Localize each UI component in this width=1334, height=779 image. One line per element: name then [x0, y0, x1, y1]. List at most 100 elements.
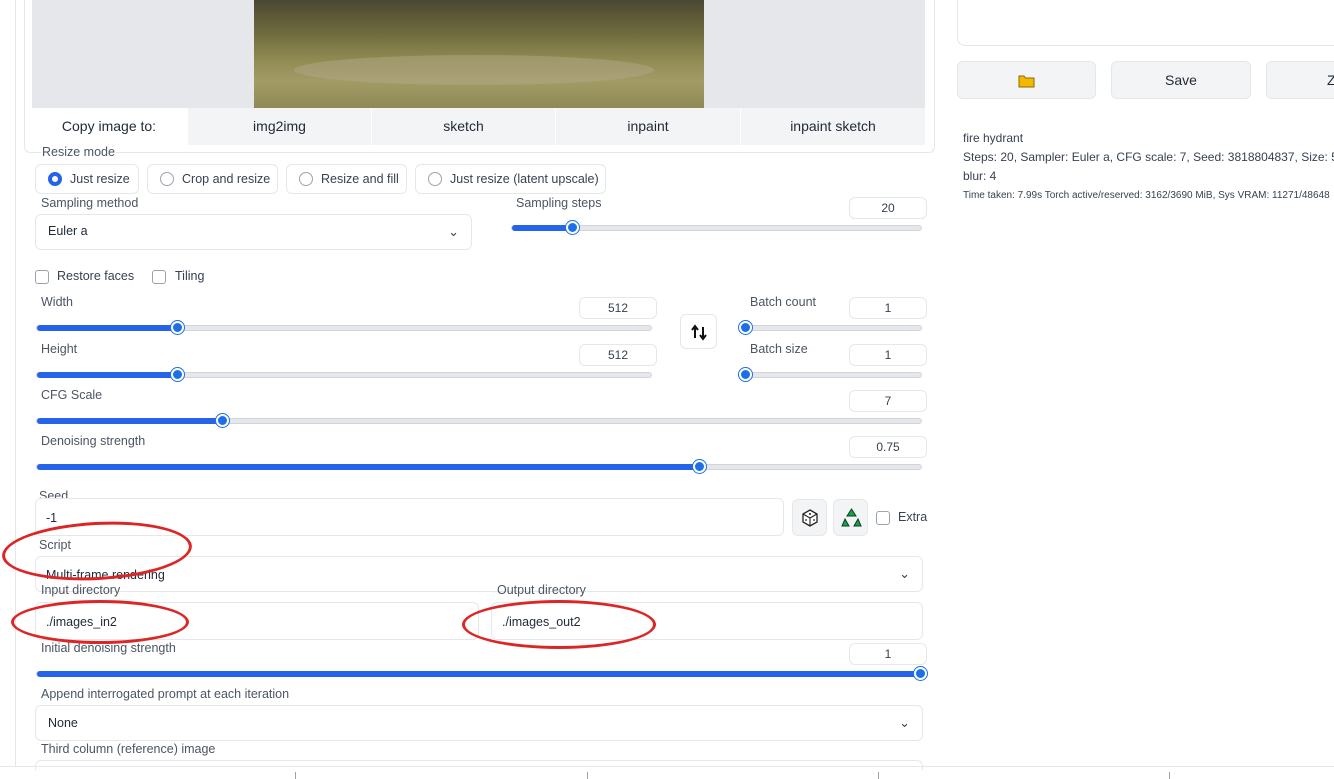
tiling-checkbox[interactable] [152, 270, 166, 284]
slider-thumb[interactable] [739, 321, 752, 334]
script-value: Multi-frame rendering [46, 568, 165, 582]
batch-count-input[interactable]: 1 [849, 297, 927, 319]
radio-icon [428, 172, 442, 186]
slider-thumb[interactable] [171, 368, 185, 381]
radio-just-resize[interactable]: Just resize [35, 164, 139, 194]
generation-blur: blur: 4 [963, 169, 997, 183]
output-directory-label: Output directory [497, 583, 586, 597]
append-prompt-value: None [48, 716, 78, 730]
generation-params: Steps: 20, Sampler: Euler a, CFG scale: … [963, 150, 1334, 164]
radio-label: Just resize [70, 172, 130, 186]
third-column-label: Third column (reference) image [41, 742, 216, 756]
batch-count-slider[interactable] [739, 321, 922, 334]
tick-mark [878, 772, 879, 779]
height-label: Height [41, 342, 78, 356]
radio-resize-and-fill[interactable]: Resize and fill [286, 164, 407, 194]
copy-image-to-label: Copy image to: [32, 108, 186, 145]
radio-label: Just resize (latent upscale) [450, 172, 599, 186]
initial-denoising-label: Initial denoising strength [41, 641, 176, 655]
cfg-scale-slider[interactable] [36, 414, 922, 427]
restore-faces-checkbox[interactable] [35, 270, 49, 284]
save-button[interactable]: Save [1111, 61, 1251, 99]
sampling-method-dropdown[interactable]: Euler a ⌄ [35, 214, 472, 250]
tick-mark [587, 772, 588, 779]
height-input[interactable]: 512 [579, 344, 657, 366]
sampling-method-label: Sampling method [41, 196, 139, 210]
generated-image[interactable] [254, 0, 704, 108]
tiling-label: Tiling [175, 269, 205, 283]
batch-size-input[interactable]: 1 [849, 344, 927, 366]
slider-fill [37, 464, 700, 470]
recycle-icon [841, 508, 862, 527]
tab-img2img[interactable]: img2img [188, 108, 371, 145]
denoising-strength-input[interactable]: 0.75 [849, 436, 927, 458]
open-folder-button[interactable] [957, 61, 1096, 99]
width-label: Width [41, 295, 73, 309]
denoising-strength-label: Denoising strength [41, 434, 146, 448]
input-directory-label: Input directory [41, 583, 121, 597]
swap-dimensions-button[interactable] [680, 314, 717, 349]
radio-icon [299, 172, 313, 186]
denoising-strength-slider[interactable] [36, 460, 922, 473]
sampling-steps-input[interactable]: 20 [849, 197, 927, 219]
seed-input[interactable]: -1 [35, 498, 784, 536]
reuse-seed-button[interactable] [833, 499, 868, 536]
output-textbox[interactable] [957, 0, 1334, 46]
generation-timing: Time taken: 7.99s Torch active/reserved:… [963, 190, 1330, 201]
slider-thumb[interactable] [215, 414, 229, 427]
generation-prompt: fire hydrant [963, 131, 1024, 145]
cfg-scale-label: CFG Scale [41, 388, 103, 402]
slider-thumb[interactable] [739, 368, 752, 381]
batch-count-label: Batch count [750, 295, 817, 309]
slider-fill [512, 225, 574, 231]
chevron-down-icon: ⌄ [899, 566, 910, 581]
seed-value: -1 [46, 511, 58, 525]
script-dropdown[interactable]: Multi-frame rendering ⌄ [35, 556, 923, 592]
width-slider[interactable] [36, 321, 652, 334]
slider-fill [37, 418, 223, 424]
slider-thumb[interactable] [693, 460, 706, 473]
height-slider[interactable] [36, 368, 652, 381]
slider-fill [37, 671, 921, 677]
random-seed-button[interactable] [792, 499, 827, 536]
width-input[interactable]: 512 [579, 297, 657, 319]
output-directory-value: ./images_out2 [502, 615, 581, 629]
left-border [15, 0, 16, 766]
radio-crop-and-resize[interactable]: Crop and resize [147, 164, 278, 194]
chevron-down-icon: ⌄ [448, 224, 459, 239]
radio-label: Resize and fill [321, 172, 399, 186]
resize-mode-label: Resize mode [41, 145, 116, 159]
slider-fill [37, 325, 179, 331]
third-column-image-box[interactable] [35, 760, 923, 770]
swap-arrows-icon [691, 324, 707, 341]
slider-thumb[interactable] [566, 221, 580, 234]
folder-icon [1018, 75, 1034, 88]
initial-denoising-input[interactable]: 1 [849, 643, 927, 665]
input-directory-field[interactable]: ./images_in2 [35, 602, 479, 640]
output-directory-field[interactable]: ./images_out2 [491, 602, 923, 640]
bottom-divider [0, 766, 1334, 767]
tab-sketch[interactable]: sketch [372, 108, 555, 145]
cfg-scale-input[interactable]: 7 [849, 390, 927, 412]
zip-button[interactable]: Z [1266, 61, 1334, 99]
batch-size-slider[interactable] [739, 368, 922, 381]
dice-icon [802, 509, 818, 527]
radio-just-resize-latent[interactable]: Just resize (latent upscale) [415, 164, 606, 194]
sampling-steps-slider[interactable] [511, 221, 922, 234]
append-prompt-label: Append interrogated prompt at each itera… [41, 687, 290, 701]
extra-seed-label: Extra [898, 510, 928, 524]
tab-inpaint-sketch[interactable]: inpaint sketch [741, 108, 925, 145]
extra-seed-checkbox[interactable] [876, 511, 890, 525]
input-directory-value: ./images_in2 [46, 615, 117, 629]
append-prompt-dropdown[interactable]: None ⌄ [35, 705, 923, 741]
batch-size-label: Batch size [750, 342, 808, 356]
tick-mark [1169, 772, 1170, 779]
radio-label: Crop and resize [182, 172, 271, 186]
sampling-method-value: Euler a [48, 224, 88, 238]
slider-thumb[interactable] [171, 321, 185, 334]
radio-selected-icon [48, 172, 62, 186]
initial-denoising-slider[interactable] [36, 667, 927, 680]
restore-faces-label: Restore faces [57, 269, 135, 283]
slider-thumb[interactable] [914, 667, 927, 680]
tab-inpaint[interactable]: inpaint [556, 108, 740, 145]
